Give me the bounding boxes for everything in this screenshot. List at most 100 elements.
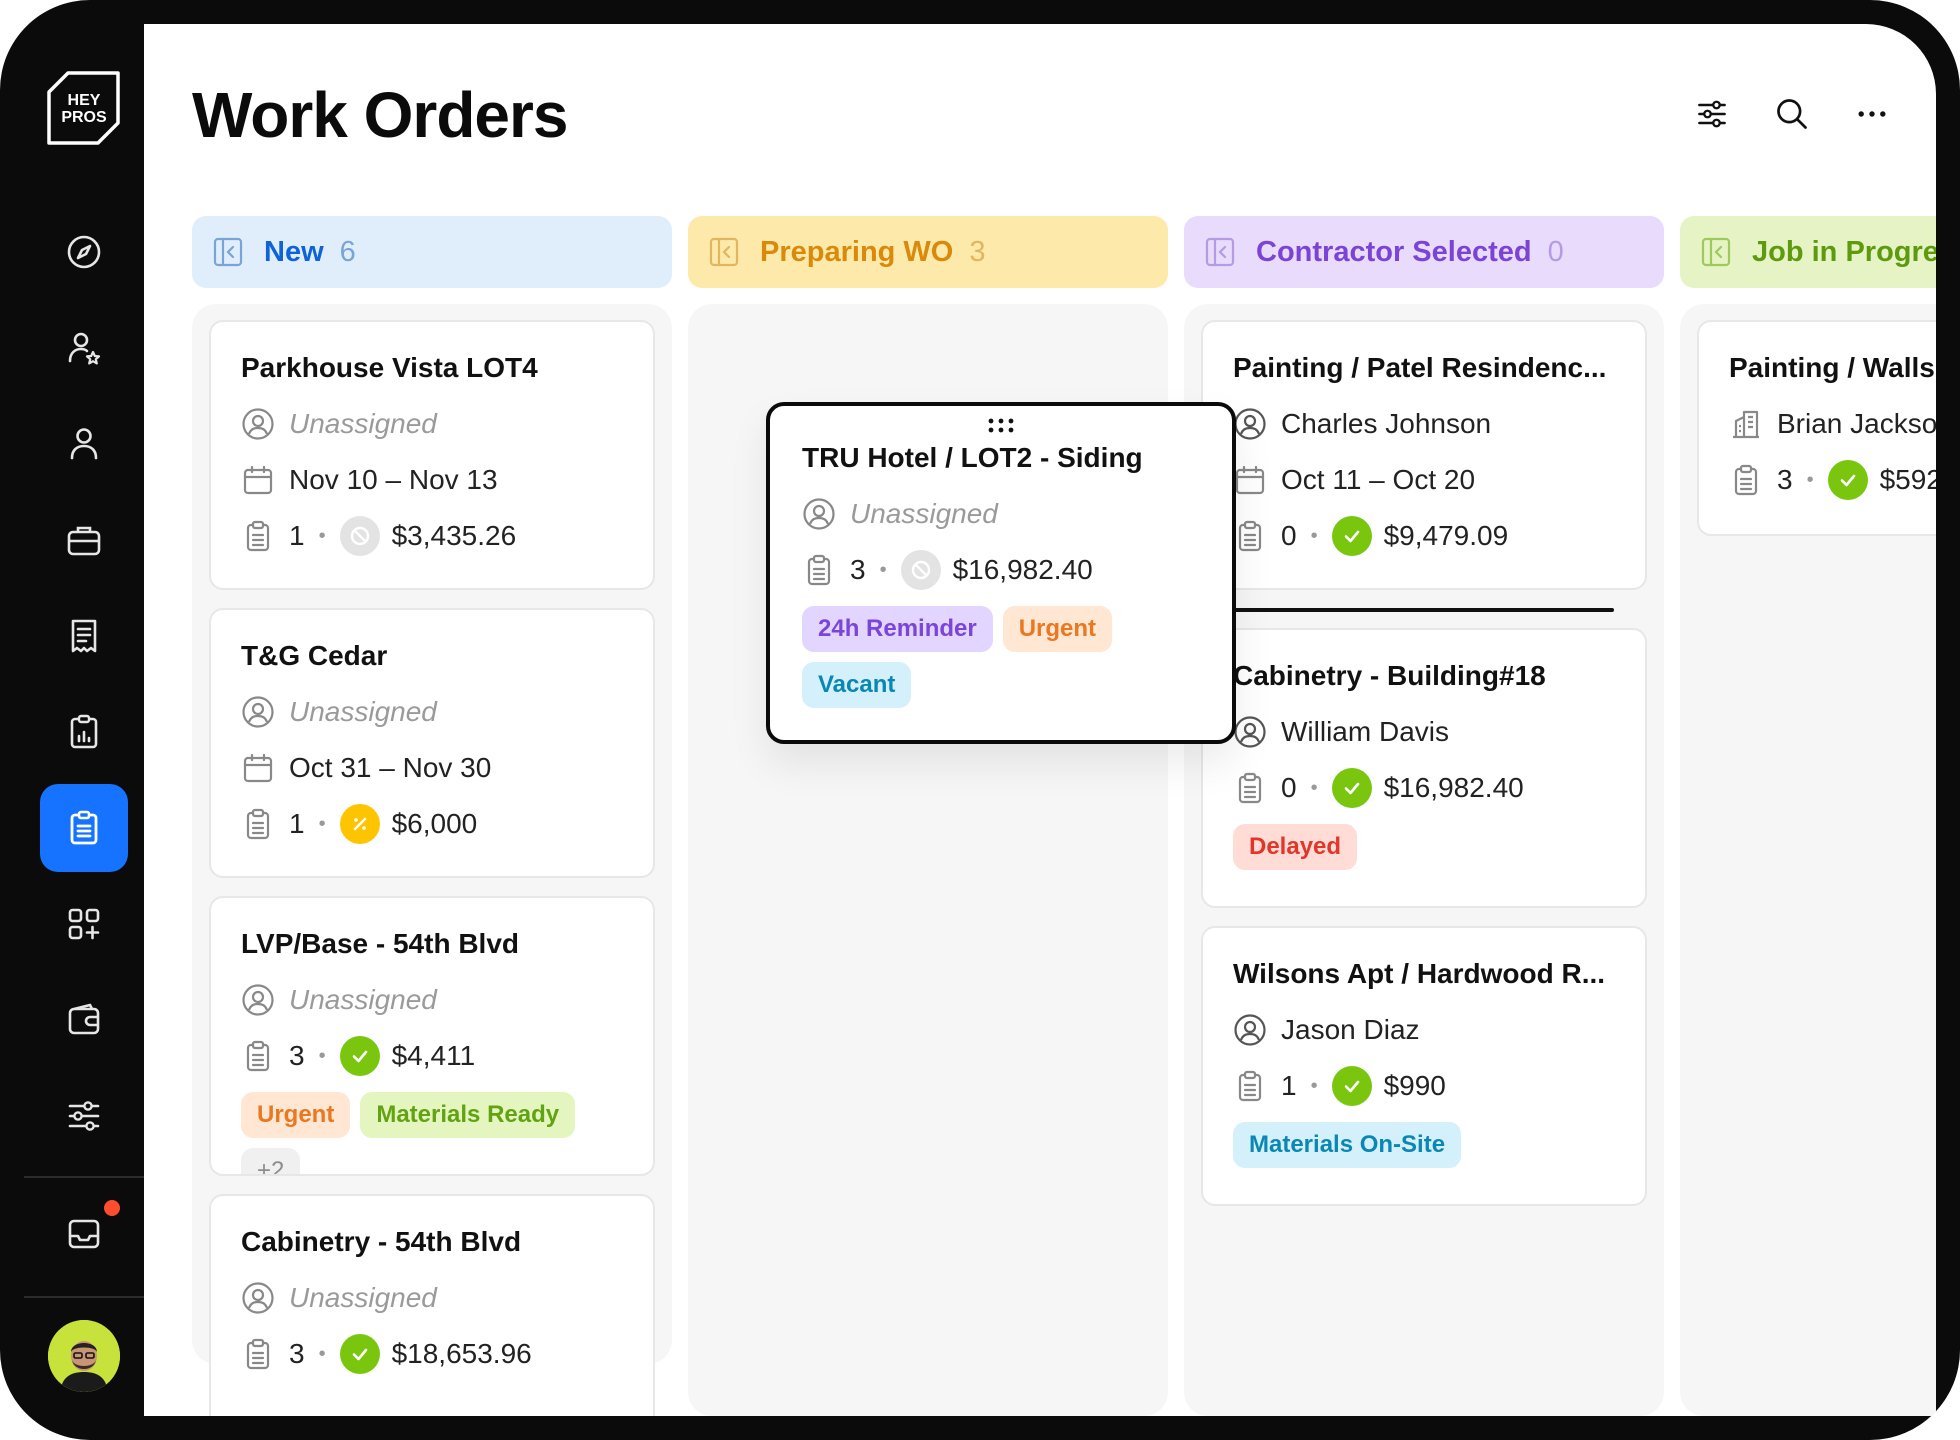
- date-range: Oct 11 – Oct 20: [1281, 464, 1476, 495]
- work-order-card[interactable]: Cabinetry - Building#18 William Davis 0 …: [1201, 628, 1647, 908]
- tag-vacant: Vacant: [802, 662, 912, 708]
- assignee-icon: [242, 984, 274, 1016]
- wallet-icon[interactable]: [40, 976, 128, 1064]
- collapse-column-icon[interactable]: [1700, 236, 1732, 268]
- card-title: Painting / Patel Resindenc...: [1233, 352, 1607, 383]
- work-order-card[interactable]: Cabinetry - 54th Blvd Unassigned 3 • $18…: [209, 1194, 655, 1416]
- work-order-card[interactable]: LVP/Base - 54th Blvd Unassigned 3 • $4,4…: [209, 896, 655, 1176]
- inbox-notification-dot: [104, 1200, 120, 1216]
- work-order-card[interactable]: T&G Cedar Unassigned Oct 31 – Nov 30 1 •…: [209, 608, 655, 878]
- briefcase-icon[interactable]: [40, 496, 128, 584]
- svg-text:HEY: HEY: [68, 92, 101, 109]
- card-title: Cabinetry - 54th Blvd: [241, 1226, 522, 1257]
- assignee: Unassigned: [289, 984, 437, 1015]
- clipboard-icon: [246, 808, 270, 840]
- calendar-icon: [1235, 465, 1265, 495]
- item-count: 1: [1281, 1070, 1297, 1101]
- main-screen: Work Orders New 6 Preparing WO 3 Contrac…: [144, 24, 1936, 1416]
- status-unavailable-icon: [339, 516, 380, 556]
- work-order-card[interactable]: Painting / Walls Brian Jackson 3 • $592: [1697, 320, 1936, 536]
- assignee: Unassigned: [850, 498, 998, 529]
- column-header-job-in-progress[interactable]: Job in Progress: [1680, 216, 1936, 288]
- status-percent-icon: [339, 804, 380, 844]
- assignee-icon: [242, 1282, 274, 1314]
- calendar-icon: [243, 753, 273, 783]
- assignee: Jason Diaz: [1281, 1014, 1420, 1045]
- date-range: Nov 10 – Nov 13: [289, 464, 498, 495]
- status-unavailable-icon: [900, 550, 941, 590]
- tag-list: Urgent Materials Ready +2: [241, 1092, 623, 1174]
- tag-urgent: Urgent: [1002, 606, 1113, 652]
- card-title: T&G Cedar: [241, 640, 388, 671]
- tag-more[interactable]: +2: [241, 1148, 301, 1174]
- user-icon[interactable]: [40, 400, 128, 488]
- clipboard-icon: [1238, 520, 1262, 552]
- clipboard-icon: [246, 520, 270, 552]
- clipboard-icon: [1734, 464, 1758, 496]
- amount: $4,411: [391, 1040, 476, 1071]
- search-icon[interactable]: [1772, 94, 1812, 134]
- clipboard-icon: [807, 554, 831, 586]
- assignee-icon: [242, 696, 274, 728]
- sidebar-divider: [24, 1176, 144, 1178]
- dragging-work-order-card[interactable]: TRU Hotel / LOT2 - Siding Unassigned 3 •…: [766, 402, 1236, 744]
- assignee: Charles Johnson: [1281, 408, 1492, 439]
- separator-dot: •: [1806, 468, 1814, 491]
- column-header-contractor-selected[interactable]: Contractor Selected 0: [1184, 216, 1664, 288]
- tag-materials-ready: Materials Ready: [360, 1092, 576, 1138]
- drag-handle-icon[interactable]: [986, 416, 1016, 441]
- column-title: New: [264, 235, 324, 268]
- card-title: TRU Hotel / LOT2 - Siding: [802, 442, 1143, 473]
- separator-dot: •: [318, 524, 326, 547]
- assignee-icon: [803, 498, 835, 530]
- receipt-icon[interactable]: [40, 592, 128, 680]
- user-star-icon[interactable]: [40, 304, 128, 392]
- card-title: LVP/Base - 54th Blvd: [241, 928, 520, 959]
- card-title: Painting / Walls: [1729, 352, 1935, 383]
- item-count: 1: [289, 808, 305, 839]
- apps-add-icon[interactable]: [40, 880, 128, 968]
- collapse-column-icon[interactable]: [1204, 236, 1236, 268]
- item-count: 3: [289, 1338, 305, 1369]
- separator-dot: •: [318, 1044, 326, 1067]
- item-count: 3: [1777, 464, 1793, 495]
- page-title: Work Orders: [192, 79, 568, 151]
- amount: $592: [1879, 464, 1936, 495]
- clipboard-icon: [1238, 1070, 1262, 1102]
- amount: $16,982.40: [1383, 772, 1524, 803]
- calendar-icon: [243, 465, 273, 495]
- hey-pros-logo[interactable]: HEY PROS: [46, 70, 122, 146]
- separator-dot: •: [1310, 776, 1318, 799]
- filter-sliders-icon[interactable]: [1692, 94, 1732, 134]
- settings-sliders-icon[interactable]: [40, 1072, 128, 1160]
- column-header-new[interactable]: New 6: [192, 216, 672, 288]
- report-icon[interactable]: [40, 688, 128, 776]
- column-header-preparing-wo[interactable]: Preparing WO 3: [688, 216, 1168, 288]
- status-check-icon: [1331, 1066, 1372, 1106]
- tag-urgent: Urgent: [241, 1092, 351, 1138]
- separator-dot: •: [879, 558, 887, 581]
- tag-delayed: Delayed: [1233, 824, 1358, 870]
- column-title: Job in Progress: [1752, 235, 1936, 268]
- amount: $18,653.96: [391, 1338, 532, 1369]
- item-count: 0: [1281, 520, 1297, 551]
- avatar[interactable]: [48, 1320, 120, 1392]
- header-actions: [1692, 94, 1892, 134]
- separator-dot: •: [1310, 524, 1318, 547]
- more-icon[interactable]: [1852, 94, 1892, 134]
- item-count: 3: [289, 1040, 305, 1071]
- compass-icon[interactable]: [40, 208, 128, 296]
- work-order-card[interactable]: Painting / Patel Resindenc... Charles Jo…: [1201, 320, 1647, 590]
- work-order-card[interactable]: Wilsons Apt / Hardwood R... Jason Diaz 1…: [1201, 926, 1647, 1206]
- device-frame: HEY PROS Work Orders New 6 Preparing WO …: [0, 0, 1960, 1440]
- status-check-icon: [1331, 768, 1372, 808]
- amount: $3,435.26: [391, 520, 517, 551]
- collapse-column-icon[interactable]: [212, 236, 244, 268]
- collapse-column-icon[interactable]: [708, 236, 740, 268]
- work-order-card[interactable]: Parkhouse Vista LOT4 Unassigned Nov 10 –…: [209, 320, 655, 590]
- work-orders-icon[interactable]: [40, 784, 128, 872]
- assignee-icon: [1234, 408, 1266, 440]
- status-check-icon: [339, 1334, 380, 1374]
- tag-list: Delayed: [1233, 824, 1615, 870]
- tag-list: 24h Reminder Urgent Vacant: [802, 606, 1200, 708]
